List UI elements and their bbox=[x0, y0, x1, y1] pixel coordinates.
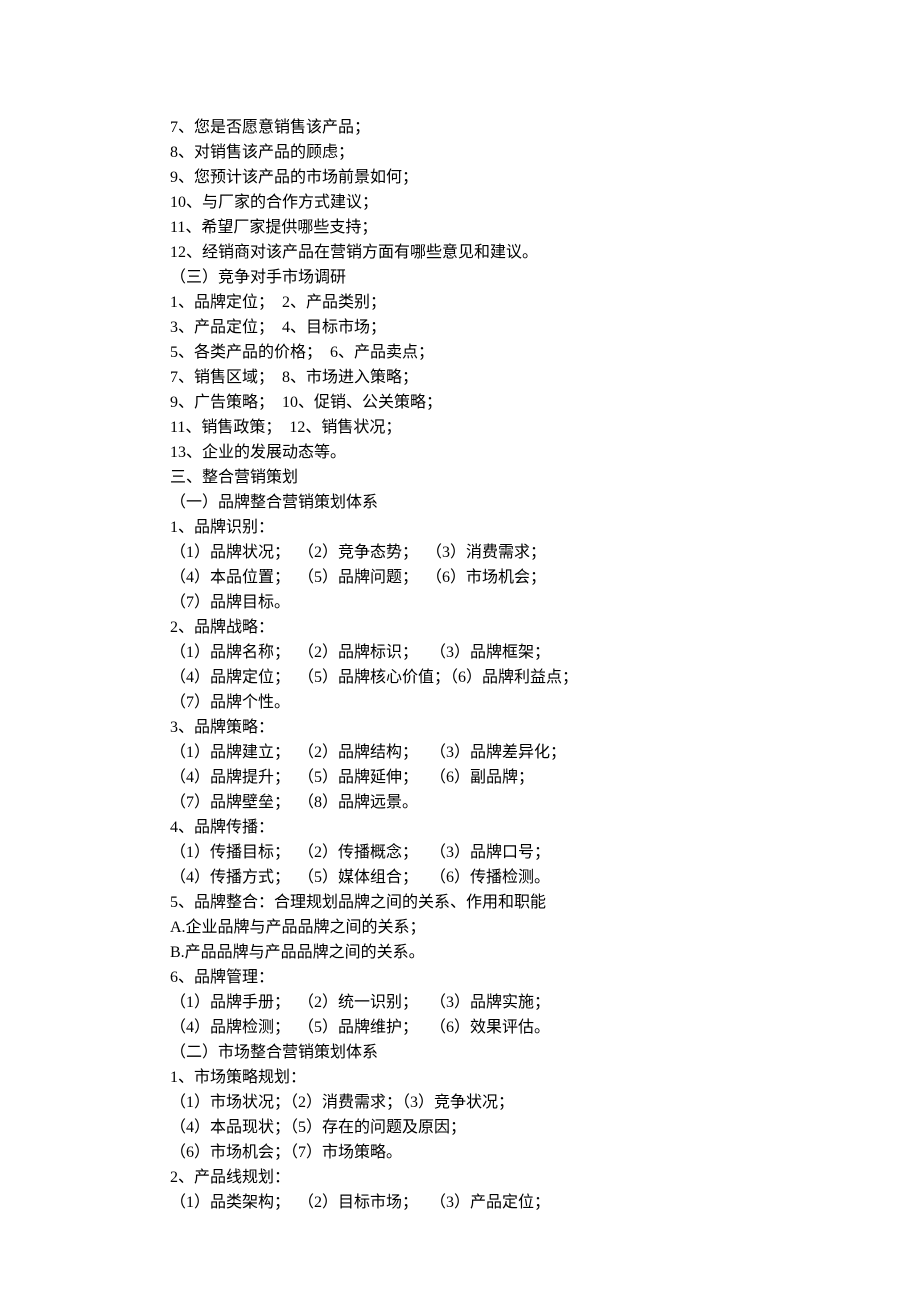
text-line: （4）传播方式； （5）媒体组合； （6）传播检测。 bbox=[170, 865, 750, 890]
text-line: （4）本品位置； （5）品牌问题； （6）市场机会； bbox=[170, 565, 750, 590]
text-line: （1）品牌建立； （2）品牌结构； （3）品牌差异化； bbox=[170, 740, 750, 765]
text-line: （1）品类架构； （2）目标市场； （3）产品定位； bbox=[170, 1190, 750, 1215]
text-line: （1）品牌手册； （2）统一识别； （3）品牌实施； bbox=[170, 990, 750, 1015]
text-line: A.企业品牌与产品品牌之间的关系； bbox=[170, 915, 750, 940]
text-line: 3、品牌策略： bbox=[170, 715, 750, 740]
text-line: 三、整合营销策划 bbox=[170, 465, 750, 490]
text-line: 11、希望厂家提供哪些支持； bbox=[170, 215, 750, 240]
text-line: 6、品牌管理： bbox=[170, 965, 750, 990]
text-line: 2、产品线规划： bbox=[170, 1165, 750, 1190]
text-line: （7）品牌壁垒； （8）品牌远景。 bbox=[170, 790, 750, 815]
text-line: 3、产品定位； 4、目标市场； bbox=[170, 315, 750, 340]
text-line: 7、销售区域； 8、市场进入策略； bbox=[170, 365, 750, 390]
text-line: （二）市场整合营销策划体系 bbox=[170, 1040, 750, 1065]
document-body: 7、您是否愿意销售该产品；8、对销售该产品的顾虑；9、您预计该产品的市场前景如何… bbox=[170, 115, 750, 1215]
text-line: （1）市场状况；（2）消费需求；（3）竞争状况； bbox=[170, 1090, 750, 1115]
text-line: （4）品牌提升； （5）品牌延伸； （6）副品牌； bbox=[170, 765, 750, 790]
text-line: （一）品牌整合营销策划体系 bbox=[170, 490, 750, 515]
text-line: 9、广告策略； 10、促销、公关策略； bbox=[170, 390, 750, 415]
text-line: 1、市场策略规划： bbox=[170, 1065, 750, 1090]
text-line: 10、与厂家的合作方式建议； bbox=[170, 190, 750, 215]
text-line: 8、对销售该产品的顾虑； bbox=[170, 140, 750, 165]
text-line: 5、各类产品的价格； 6、产品卖点； bbox=[170, 340, 750, 365]
text-line: 1、品牌识别： bbox=[170, 515, 750, 540]
text-line: （三）竞争对手市场调研 bbox=[170, 265, 750, 290]
text-line: 9、您预计该产品的市场前景如何； bbox=[170, 165, 750, 190]
text-line: 13、企业的发展动态等。 bbox=[170, 440, 750, 465]
text-line: （1）品牌状况； （2）竞争态势； （3）消费需求； bbox=[170, 540, 750, 565]
text-line: 12、经销商对该产品在营销方面有哪些意见和建议。 bbox=[170, 240, 750, 265]
text-line: 4、品牌传播： bbox=[170, 815, 750, 840]
text-line: B.产品品牌与产品品牌之间的关系。 bbox=[170, 940, 750, 965]
text-line: 7、您是否愿意销售该产品； bbox=[170, 115, 750, 140]
text-line: （1）品牌名称； （2）品牌标识； （3）品牌框架； bbox=[170, 640, 750, 665]
text-line: 5、品牌整合：合理规划品牌之间的关系、作用和职能 bbox=[170, 890, 750, 915]
text-line: （4）品牌检测； （5）品牌维护； （6）效果评估。 bbox=[170, 1015, 750, 1040]
text-line: （1）传播目标； （2）传播概念； （3）品牌口号； bbox=[170, 840, 750, 865]
text-line: （4）本品现状；（5）存在的问题及原因； bbox=[170, 1115, 750, 1140]
text-line: （7）品牌个性。 bbox=[170, 690, 750, 715]
text-line: （6）市场机会；（7）市场策略。 bbox=[170, 1140, 750, 1165]
text-line: 11、销售政策； 12、销售状况； bbox=[170, 415, 750, 440]
text-line: （7）品牌目标。 bbox=[170, 590, 750, 615]
text-line: 2、品牌战略： bbox=[170, 615, 750, 640]
text-line: （4）品牌定位； （5）品牌核心价值；（6）品牌利益点； bbox=[170, 665, 750, 690]
text-line: 1、品牌定位； 2、产品类别； bbox=[170, 290, 750, 315]
